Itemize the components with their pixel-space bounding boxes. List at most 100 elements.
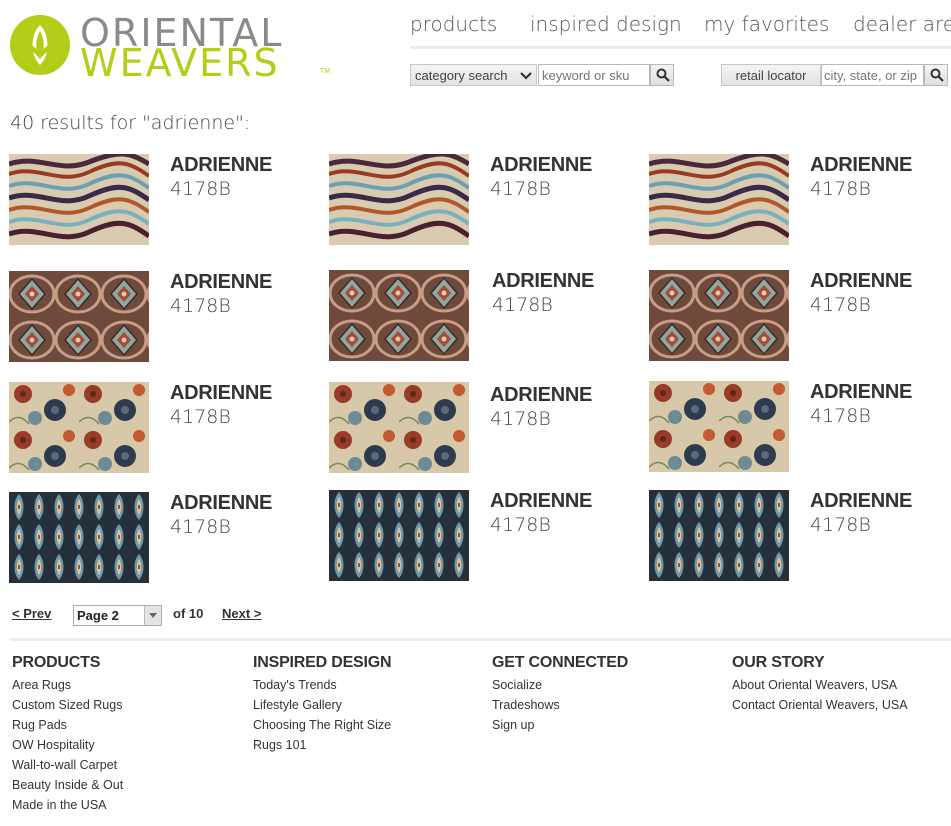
page-total: of 10: [173, 606, 204, 621]
dropdown-arrow-icon: [144, 606, 161, 625]
product-card[interactable]: ADRIENNE 4178B: [9, 271, 309, 366]
next-page-link[interactable]: Next >: [222, 606, 261, 621]
product-sku: 4178B: [810, 294, 871, 316]
product-card[interactable]: ADRIENNE 4178B: [329, 270, 629, 365]
footer-link-socialize[interactable]: Socialize: [492, 675, 628, 695]
footer-inspired-title: INSPIRED DESIGN: [253, 654, 392, 671]
product-thumbnail[interactable]: [9, 154, 149, 245]
product-thumbnail[interactable]: [329, 490, 469, 581]
footer-link-tradeshows[interactable]: Tradeshows: [492, 695, 628, 715]
search-icon: [656, 68, 670, 82]
nav-products[interactable]: products: [410, 12, 497, 36]
logo-word-weavers: WEAVERS: [80, 41, 280, 85]
product-sku: 4178B: [490, 408, 551, 430]
main-navigation: products inspired design my favorites de…: [410, 10, 951, 40]
prev-page-link[interactable]: < Prev: [12, 606, 51, 621]
keyword-search-button[interactable]: [650, 64, 674, 86]
product-card[interactable]: ADRIENNE 4178B: [9, 492, 309, 587]
chevron-down-icon: [520, 72, 532, 80]
results-count: 40 results for "adrienne":: [10, 112, 251, 134]
page-select-dropdown[interactable]: Page 2: [73, 605, 162, 626]
product-card[interactable]: ADRIENNE 4178B: [649, 270, 949, 365]
product-name[interactable]: ADRIENNE: [810, 490, 912, 513]
footer-story-column: OUR STORY About Oriental Weavers, USA Co…: [732, 654, 908, 715]
page-select-value: Page 2: [77, 608, 119, 623]
footer-products-column: PRODUCTS Area Rugs Custom Sized Rugs Rug…: [12, 654, 123, 815]
product-thumbnail[interactable]: [649, 490, 789, 581]
product-card[interactable]: ADRIENNE 4178B: [9, 382, 309, 477]
category-search-label: category search: [415, 68, 508, 83]
footer-link-rugs-101[interactable]: Rugs 101: [253, 735, 391, 755]
footer-connected-title: GET CONNECTED: [492, 654, 629, 671]
nav-inspired-design[interactable]: inspired design: [530, 12, 682, 36]
footer-link-custom-sized-rugs[interactable]: Custom Sized Rugs: [12, 695, 123, 715]
product-thumbnail[interactable]: [649, 381, 789, 472]
product-thumbnail[interactable]: [329, 154, 469, 245]
logo-trademark: TM: [320, 68, 331, 75]
product-sku: 4178B: [170, 516, 231, 538]
product-card[interactable]: ADRIENNE 4178B: [649, 381, 949, 476]
product-name[interactable]: ADRIENNE: [170, 382, 272, 405]
footer-connected-column: GET CONNECTED Socialize Tradeshows Sign …: [492, 654, 628, 735]
product-name[interactable]: ADRIENNE: [170, 271, 272, 294]
product-card[interactable]: ADRIENNE 4178B: [329, 154, 629, 249]
product-thumbnail[interactable]: [329, 382, 469, 473]
product-sku: 4178B: [170, 406, 231, 428]
logo-mark-icon: [10, 15, 70, 75]
footer-link-rug-pads[interactable]: Rug Pads: [12, 715, 123, 735]
product-name[interactable]: ADRIENNE: [810, 270, 912, 293]
product-card[interactable]: ADRIENNE 4178B: [329, 382, 629, 477]
footer-link-choosing-size[interactable]: Choosing The Right Size: [253, 715, 391, 735]
footer-divider: [10, 638, 951, 641]
product-sku: 4178B: [170, 295, 231, 317]
product-name[interactable]: ADRIENNE: [170, 492, 272, 515]
location-search-button[interactable]: [924, 64, 948, 86]
footer-story-title: OUR STORY: [732, 654, 825, 671]
product-card[interactable]: ADRIENNE 4178B: [649, 490, 949, 585]
footer-link-todays-trends[interactable]: Today's Trends: [253, 675, 391, 695]
product-sku: 4178B: [490, 178, 551, 200]
oriental-weavers-logo[interactable]: ORIENTAL WEAVERS TM: [8, 10, 338, 85]
footer-link-ow-hospitality[interactable]: OW Hospitality: [12, 735, 123, 755]
product-card[interactable]: ADRIENNE 4178B: [649, 154, 949, 249]
footer-link-about[interactable]: About Oriental Weavers, USA: [732, 675, 908, 695]
footer-products-title: PRODUCTS: [12, 654, 101, 671]
product-thumbnail[interactable]: [9, 271, 149, 362]
product-name[interactable]: ADRIENNE: [170, 154, 272, 177]
product-sku: 4178B: [490, 514, 551, 536]
product-sku: 4178B: [810, 514, 871, 536]
category-search-dropdown[interactable]: category search: [410, 64, 537, 86]
product-name[interactable]: ADRIENNE: [492, 270, 594, 293]
product-sku: 4178B: [810, 178, 871, 200]
footer-link-contact[interactable]: Contact Oriental Weavers, USA: [732, 695, 908, 715]
location-search-input[interactable]: [821, 64, 924, 86]
product-card[interactable]: ADRIENNE 4178B: [329, 490, 629, 585]
product-name[interactable]: ADRIENNE: [490, 154, 592, 177]
footer-link-beauty-inside-out[interactable]: Beauty Inside & Out: [12, 775, 123, 795]
retail-locator-button[interactable]: retail locator: [721, 64, 821, 86]
nav-my-favorites[interactable]: my favorites: [704, 12, 829, 36]
product-name[interactable]: ADRIENNE: [490, 490, 592, 513]
nav-dealer-area[interactable]: dealer area: [853, 12, 951, 36]
footer-inspired-column: INSPIRED DESIGN Today's Trends Lifestyle…: [253, 654, 392, 755]
product-name[interactable]: ADRIENNE: [490, 384, 592, 407]
footer-link-area-rugs[interactable]: Area Rugs: [12, 675, 123, 695]
product-name[interactable]: ADRIENNE: [810, 381, 912, 404]
product-card[interactable]: ADRIENNE 4178B: [9, 154, 309, 249]
product-thumbnail[interactable]: [9, 492, 149, 583]
search-icon: [930, 68, 944, 82]
product-sku: 4178B: [492, 294, 553, 316]
footer-link-wall-to-wall-carpet[interactable]: Wall-to-wall Carpet: [12, 755, 123, 775]
nav-divider: [410, 46, 951, 49]
footer-link-lifestyle-gallery[interactable]: Lifestyle Gallery: [253, 695, 391, 715]
product-thumbnail[interactable]: [329, 270, 469, 361]
footer-link-sign-up[interactable]: Sign up: [492, 715, 628, 735]
product-thumbnail[interactable]: [9, 382, 149, 473]
footer-link-made-in-usa[interactable]: Made in the USA: [12, 795, 123, 815]
product-name[interactable]: ADRIENNE: [810, 154, 912, 177]
product-sku: 4178B: [170, 178, 231, 200]
product-thumbnail[interactable]: [649, 270, 789, 361]
product-sku: 4178B: [810, 405, 871, 427]
keyword-search-input[interactable]: [538, 64, 650, 86]
product-thumbnail[interactable]: [649, 154, 789, 245]
